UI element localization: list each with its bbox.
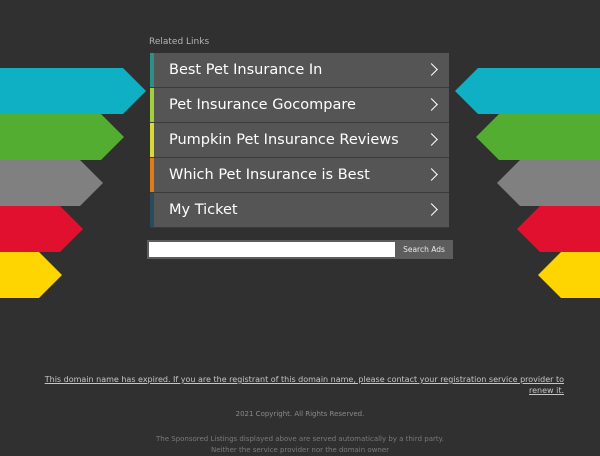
search-input[interactable] <box>149 242 395 257</box>
related-link-1[interactable]: Pet Insurance Gocompare <box>150 88 449 123</box>
link-accent-bar <box>150 88 154 122</box>
search-bar: Search Ads <box>147 240 453 259</box>
right-arrow-decoration <box>476 114 600 160</box>
link-accent-bar <box>150 193 154 227</box>
chevron-right-icon <box>425 98 438 111</box>
search-ads-button[interactable]: Search Ads <box>395 240 453 259</box>
left-arrow-decoration <box>0 68 146 114</box>
related-link-2[interactable]: Pumpkin Pet Insurance Reviews <box>150 123 449 158</box>
link-accent-bar <box>150 158 154 192</box>
copyright-text: 2021 Copyright. All Rights Reserved. <box>235 410 365 418</box>
related-link-label: Best Pet Insurance In <box>169 62 323 78</box>
related-link-3[interactable]: Which Pet Insurance is Best <box>150 158 449 193</box>
right-arrow-decoration <box>538 252 600 298</box>
related-link-label: Which Pet Insurance is Best <box>169 167 370 183</box>
related-links-list: Best Pet Insurance In Pet Insurance Goco… <box>150 53 449 228</box>
left-arrow-decoration <box>0 114 124 160</box>
related-link-4[interactable]: My Ticket <box>150 193 449 228</box>
left-arrow-decoration <box>0 206 83 252</box>
related-links-heading: Related Links <box>149 37 210 47</box>
right-arrow-decoration <box>517 206 600 252</box>
related-link-label: My Ticket <box>169 202 238 218</box>
chevron-right-icon <box>425 133 438 146</box>
right-arrow-decoration <box>455 68 600 114</box>
chevron-right-icon <box>425 168 438 181</box>
link-accent-bar <box>150 53 154 87</box>
chevron-right-icon <box>425 203 438 216</box>
sponsored-disclaimer: The Sponsored Listings displayed above a… <box>156 435 444 454</box>
related-link-label: Pumpkin Pet Insurance Reviews <box>169 132 399 148</box>
left-arrow-decoration <box>0 252 62 298</box>
related-link-label: Pet Insurance Gocompare <box>169 97 356 113</box>
chevron-right-icon <box>425 63 438 76</box>
left-arrow-decoration <box>0 160 103 206</box>
link-accent-bar <box>150 123 154 157</box>
domain-expired-notice[interactable]: This domain name has expired. If you are… <box>38 375 564 396</box>
right-arrow-decoration <box>497 160 600 206</box>
related-link-0[interactable]: Best Pet Insurance In <box>150 53 449 88</box>
